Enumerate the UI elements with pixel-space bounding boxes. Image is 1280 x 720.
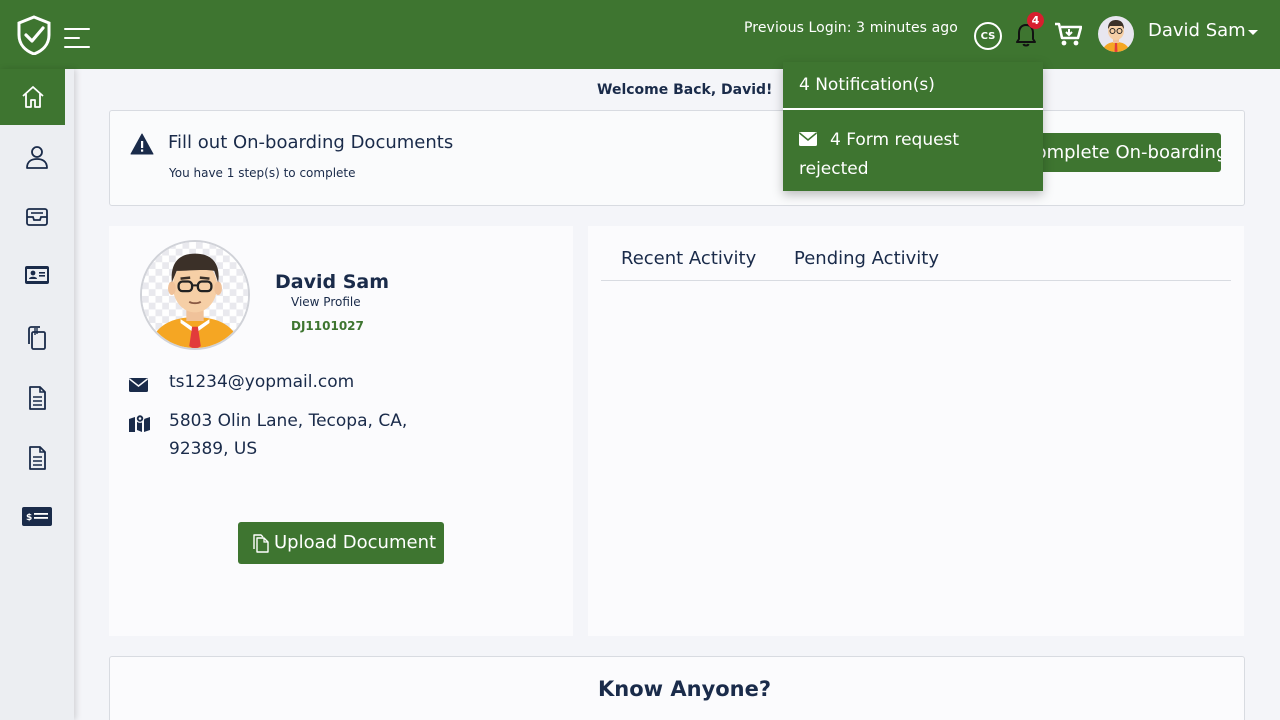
sidebar-item-file-1[interactable]	[0, 370, 74, 426]
money-check-icon: $	[22, 507, 52, 526]
notifications-dropdown: 4 Notification(s) 4 Form request rejecte…	[783, 62, 1043, 191]
sidebar-item-id-card[interactable]	[0, 247, 74, 303]
tab-divider	[601, 280, 1231, 281]
sidebar-item-profile[interactable]	[0, 129, 74, 185]
welcome-message: Welcome Back, David!	[597, 82, 773, 98]
profile-email: ts1234@yopmail.com	[169, 372, 355, 392]
complete-onboarding-button[interactable]: Complete On-boarding	[1023, 133, 1221, 172]
warning-icon	[130, 133, 154, 155]
profile-name: David Sam	[275, 271, 390, 293]
sidebar-item-documents[interactable]	[0, 310, 74, 366]
view-profile-link[interactable]: View Profile	[291, 295, 361, 309]
tab-recent-activity[interactable]: Recent Activity	[621, 248, 756, 269]
avatar[interactable]	[140, 240, 250, 350]
sidebar-item-inbox[interactable]	[0, 189, 74, 245]
cs-icon[interactable]: CS	[974, 22, 1002, 50]
onboarding-alert-card: Fill out On-boarding Documents You have …	[109, 110, 1245, 206]
profile-id: DJ1101027	[291, 319, 364, 333]
know-anyone-card: Know Anyone?	[109, 656, 1245, 720]
activity-card: Recent Activity Pending Activity	[588, 226, 1244, 636]
upload-document-label: Upload Document	[274, 532, 437, 553]
onboarding-subtitle: You have 1 step(s) to complete	[169, 166, 356, 180]
map-marker-icon	[129, 414, 150, 432]
profile-card: David Sam View Profile DJ1101027 ts1234@…	[109, 226, 573, 636]
user-menu-name[interactable]: David Sam	[1148, 20, 1246, 41]
notifications-header: 4 Notification(s)	[799, 75, 935, 95]
sidebar-item-file-2[interactable]	[0, 430, 74, 486]
notification-count-badge: 4	[1027, 12, 1044, 29]
user-icon	[26, 146, 48, 169]
profile-address: 5803 Olin Lane, Tecopa, CA, 92389, US	[169, 411, 408, 459]
copy-file-icon	[253, 534, 269, 553]
upload-document-button[interactable]: Upload Document	[238, 522, 444, 564]
file-icon	[29, 446, 46, 470]
sidebar-item-payments[interactable]: $	[0, 488, 74, 544]
chevron-down-icon[interactable]	[1248, 30, 1258, 35]
menu-toggle-icon[interactable]	[64, 28, 92, 48]
avatar[interactable]	[1098, 16, 1134, 52]
inbox-icon	[26, 208, 48, 226]
top-bar: Previous Login: 3 minutes ago CS 4 David…	[0, 0, 1280, 69]
sidebar: $	[0, 69, 74, 720]
shield-check-logo-icon[interactable]	[16, 15, 52, 55]
notification-item[interactable]: 4 Form request rejected	[783, 110, 1043, 191]
sidebar-item-home[interactable]	[0, 69, 65, 125]
onboarding-title: Fill out On-boarding Documents	[168, 132, 454, 153]
envelope-icon	[129, 378, 148, 392]
tab-pending-activity[interactable]: Pending Activity	[794, 248, 939, 269]
notification-text: 4 Form request rejected	[799, 130, 960, 179]
home-icon	[21, 86, 44, 108]
know-anyone-title: Know Anyone?	[598, 677, 772, 701]
previous-login-text: Previous Login: 3 minutes ago	[744, 20, 958, 36]
documents-icon	[28, 326, 46, 350]
svg-text:$: $	[26, 513, 32, 523]
id-card-icon	[25, 266, 49, 284]
cart-icon[interactable]	[1054, 21, 1082, 47]
file-icon	[29, 386, 46, 410]
